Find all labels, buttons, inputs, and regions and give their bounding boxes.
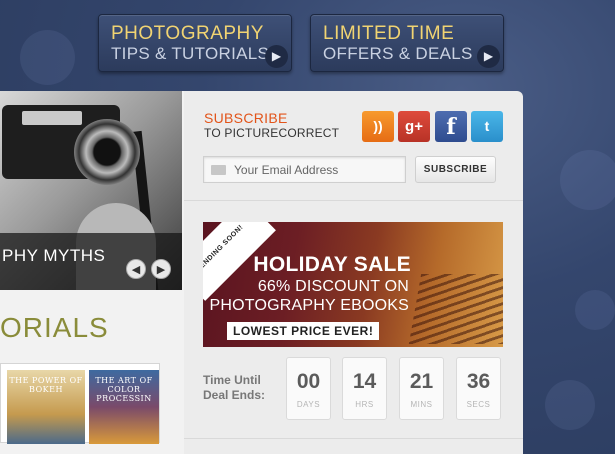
countdown-minutes-unit: MINS — [410, 400, 433, 409]
section-divider — [184, 200, 523, 201]
ebook-cover-color[interactable]: THE ART OF COLOR PROCESSIN — [89, 370, 159, 444]
countdown-days: 00 DAYS — [286, 357, 331, 420]
countdown-days-value: 00 — [296, 370, 321, 393]
bench-illustration — [408, 274, 503, 344]
bokeh-light — [575, 290, 615, 330]
countdown-seconds: 36 SECS — [456, 357, 501, 420]
google-plus-icon[interactable]: g+ — [398, 111, 430, 142]
countdown-minutes: 21 MINS — [399, 357, 444, 420]
sale-product-text: PHOTOGRAPHY EBOOKS — [209, 297, 409, 314]
sale-discount-text: 66% DISCOUNT ON — [257, 278, 409, 295]
camera-top-plate — [22, 111, 82, 125]
bokeh-light — [545, 380, 595, 430]
bokeh-light — [560, 150, 615, 210]
nav-photography-subtitle: TIPS & TUTORIALS — [111, 44, 270, 63]
camera-lens — [74, 119, 140, 185]
nav-offers-title: LIMITED TIME — [323, 23, 455, 44]
tutorials-heading: ORIALS — [0, 312, 109, 343]
envelope-icon — [211, 165, 226, 175]
email-field[interactable] — [203, 156, 406, 183]
countdown-label: Time Until Deal Ends: — [203, 373, 269, 403]
subscribe-title: SUBSCRIBE — [204, 110, 288, 126]
arrow-right-icon: ▶ — [477, 45, 500, 68]
holiday-sale-banner[interactable]: ENDING SOON! HOLIDAY SALE 66% DISCOUNT O… — [203, 222, 503, 347]
nav-offers-deals-button[interactable]: LIMITED TIME OFFERS & DEALS ▶ — [310, 14, 504, 72]
slider-next-button[interactable]: ▶ — [151, 259, 171, 279]
countdown-hours-value: 14 — [352, 370, 377, 393]
rss-icon[interactable]: )) — [362, 111, 394, 142]
countdown-days-unit: DAYS — [296, 400, 321, 409]
subscribe-subtitle: TO PICTURECORRECT — [204, 126, 340, 140]
arrow-right-icon: ▶ — [265, 45, 288, 68]
countdown-minutes-value: 21 — [409, 370, 434, 393]
countdown-seconds-unit: SECS — [466, 400, 491, 409]
sale-headline: HOLIDAY SALE — [253, 253, 411, 276]
nav-offers-subtitle: OFFERS & DEALS — [323, 44, 473, 63]
bokeh-light — [20, 30, 75, 85]
ebook-thumbnails[interactable]: THE POWER OF BOKEH THE ART OF COLOR PROC… — [0, 363, 160, 444]
featured-caption-text: PHY MYTHS — [2, 246, 106, 265]
facebook-icon[interactable]: f — [435, 111, 467, 142]
ebook-cover-bokeh[interactable]: THE POWER OF BOKEH — [7, 370, 85, 444]
nav-photography-tips-button[interactable]: PHOTOGRAPHY TIPS & TUTORIALS ▶ — [98, 14, 292, 72]
twitter-icon[interactable]: t — [471, 111, 503, 142]
slider-prev-button[interactable]: ◀ — [126, 259, 146, 279]
countdown-hours-unit: HRS — [355, 400, 374, 409]
countdown-seconds-value: 36 — [466, 370, 491, 393]
countdown-hours: 14 HRS — [342, 357, 387, 420]
lowest-price-badge: LOWEST PRICE EVER! — [227, 322, 380, 340]
nav-photography-title: PHOTOGRAPHY — [111, 23, 264, 44]
section-divider — [184, 438, 523, 439]
subscribe-button[interactable]: SUBSCRIBE — [415, 156, 496, 183]
ebook-title: THE POWER OF BOKEH — [9, 376, 83, 394]
countdown-label-text: Time Until Deal Ends: — [203, 373, 266, 402]
ebook-title: THE ART OF COLOR PROCESSIN — [95, 376, 153, 403]
